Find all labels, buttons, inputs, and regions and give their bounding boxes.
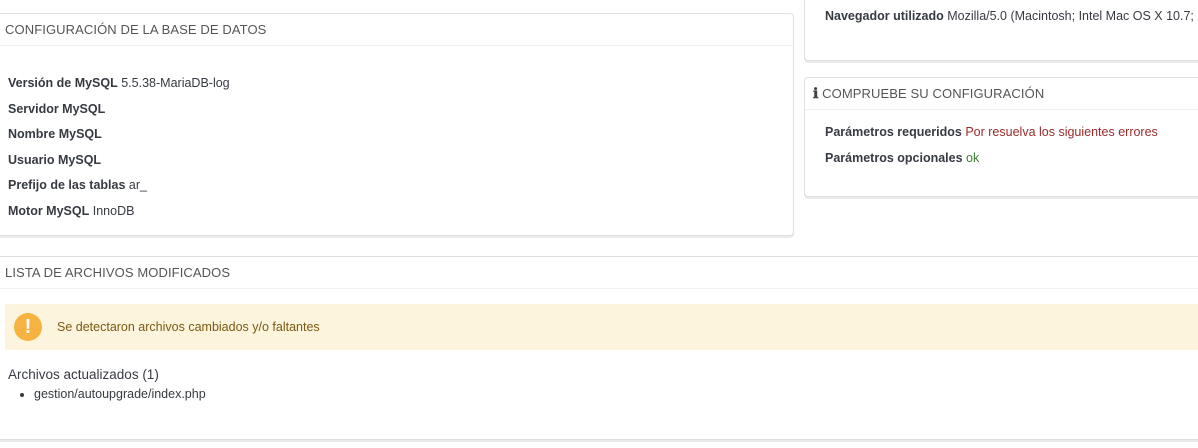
required-params-label: Parámetros requeridos [825, 125, 962, 139]
db-row-label: Prefijo de las tablas [8, 178, 126, 192]
db-row-value: InnoDB [92, 203, 135, 218]
db-row-mysql-name: Nombre MySQL [8, 122, 230, 148]
db-row-label: Servidor MySQL [8, 101, 106, 116]
list-item: gestion/autoupgrade/index.php [34, 383, 206, 405]
modified-files-panel: LISTA DE ARCHIVOS MODIFICADOS ! Se detec… [0, 256, 1198, 440]
optional-params-row: Parámetros opcionales ok [825, 146, 1158, 172]
db-row-label: Versión de MySQL [8, 76, 118, 90]
db-row-label: Nombre MySQL [8, 127, 102, 141]
warning-icon: ! [14, 313, 42, 341]
required-params-row: Parámetros requeridos Por resuelva los s… [825, 120, 1158, 146]
check-config-title: COMPRUEBE SU CONFIGURACIÓN [822, 86, 1045, 101]
db-row-mysql-version: Versión de MySQL 5.5.38-MariaDB-log [8, 71, 230, 97]
db-row-value: 5.5.38-MariaDB-log [121, 76, 230, 90]
info-icon: ℹ [813, 87, 819, 102]
check-config-panel: ℹ COMPRUEBE SU CONFIGURACIÓN Parámetros … [804, 77, 1198, 197]
modified-files-title: LISTA DE ARCHIVOS MODIFICADOS [0, 257, 1198, 289]
db-row-mysql-user: Usuario MySQL [8, 148, 230, 174]
db-row-label: Motor MySQL [8, 203, 90, 218]
db-row-table-prefix: Prefijo de las tablas ar_ [8, 173, 230, 199]
required-params-value: Por resuelva los siguientes errores [965, 125, 1158, 139]
db-row-mysql-server: Servidor MySQL [8, 97, 230, 123]
db-config-title: CONFIGURACIÓN DE LA BASE DE DATOS [0, 14, 793, 46]
db-config-panel: CONFIGURACIÓN DE LA BASE DE DATOS Versió… [0, 13, 794, 236]
db-row-value: ar_ [128, 178, 147, 192]
files-warning-alert: ! Se detectaron archivos cambiados y/o f… [5, 304, 1198, 350]
optional-params-label: Parámetros opcionales [825, 150, 963, 165]
db-row-label: Usuario MySQL [8, 152, 102, 167]
updated-files-heading: Archivos actualizados (1) [8, 367, 159, 382]
optional-params-value: ok [966, 150, 980, 165]
browser-panel: Navegador utilizado Mozilla/5.0 (Macinto… [804, 0, 1198, 61]
browser-value: Mozilla/5.0 (Macintosh; Intel Mac OS X 1… [947, 9, 1198, 23]
db-row-mysql-engine: Motor MySQL InnoDB [8, 199, 230, 225]
browser-row: Navegador utilizado Mozilla/5.0 (Macinto… [825, 4, 1198, 30]
updated-files-list: gestion/autoupgrade/index.php [8, 383, 206, 405]
browser-label: Navegador utilizado [825, 9, 944, 23]
check-config-heading: ℹ COMPRUEBE SU CONFIGURACIÓN [805, 78, 1198, 110]
files-warning-text: Se detectaron archivos cambiados y/o fal… [57, 320, 320, 334]
